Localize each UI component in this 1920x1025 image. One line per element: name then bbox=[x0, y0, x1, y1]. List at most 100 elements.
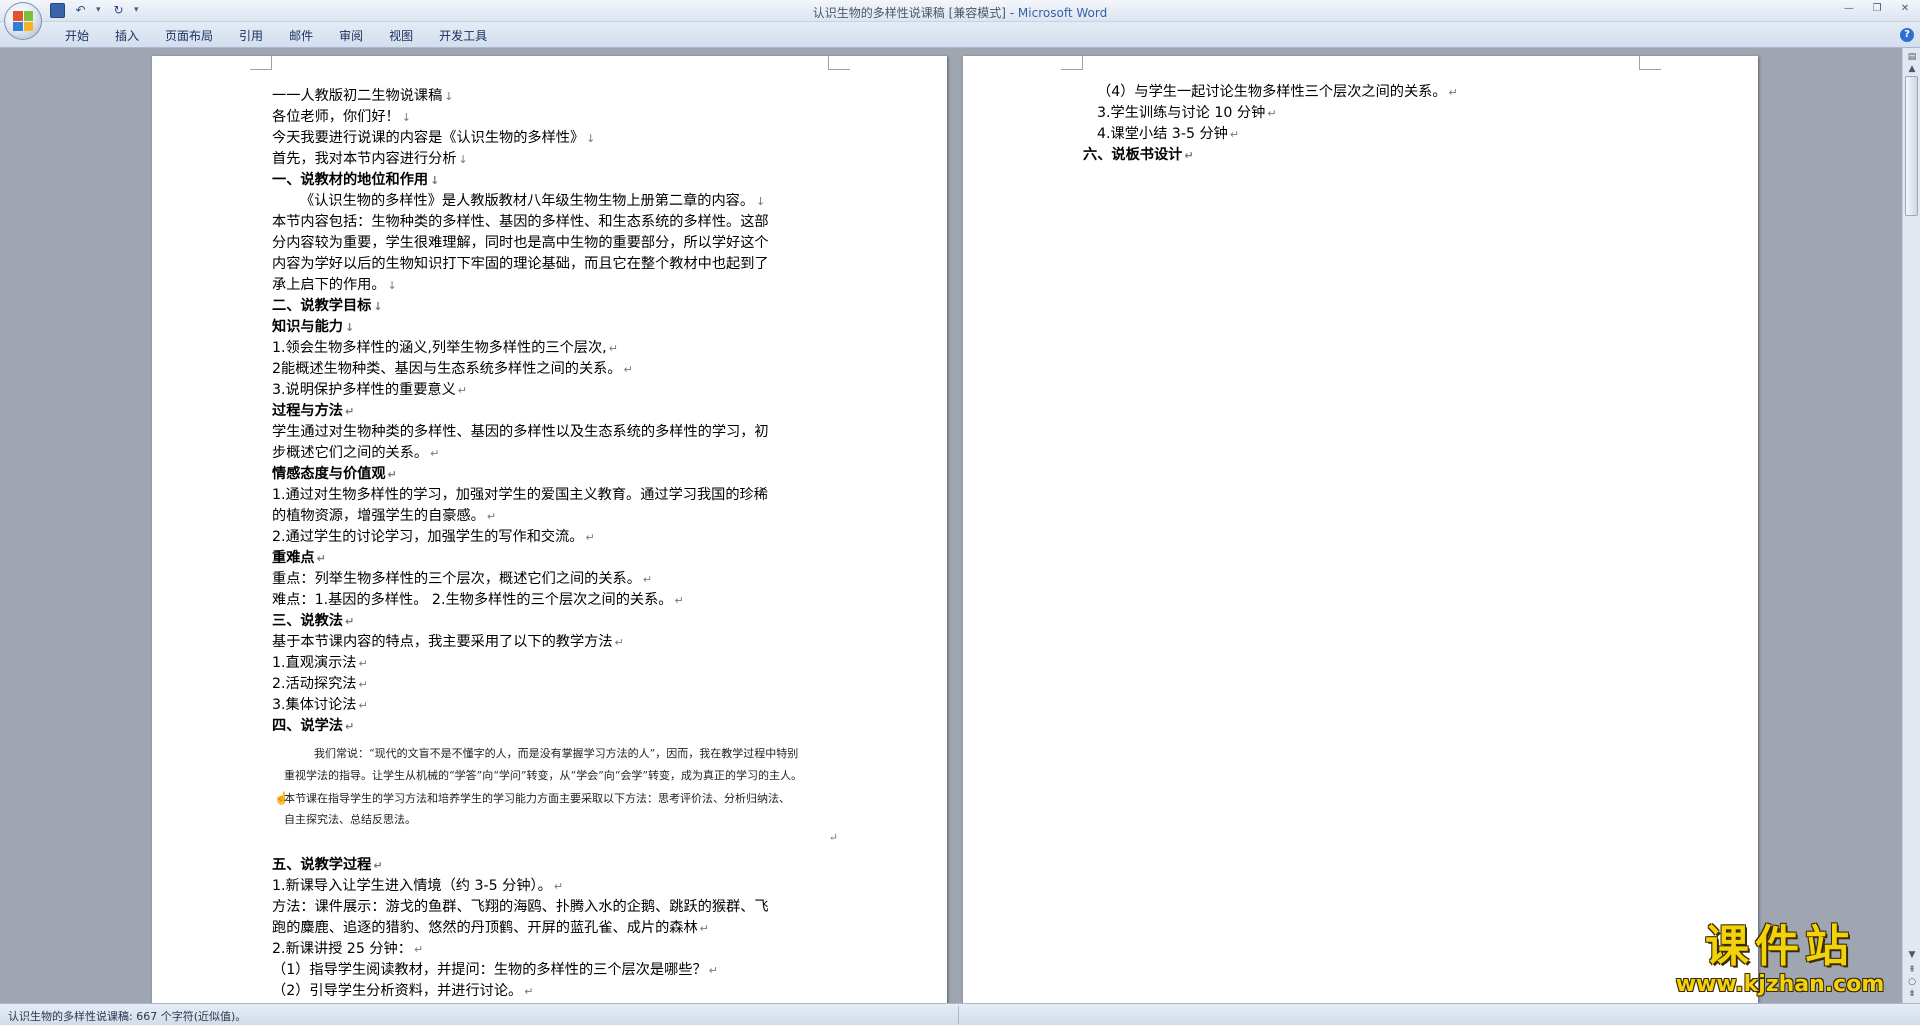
line-text: 过程与方法 bbox=[272, 403, 343, 419]
line-text: 三、说教法 bbox=[272, 613, 343, 629]
ribbon-tab[interactable]: 开发工具 bbox=[426, 27, 500, 45]
text-line: 1.新课导入让学生进入情境（约 3-5 分钟）。 ↵ bbox=[272, 876, 842, 897]
text-line: 1.领会生物多样性的涵义,列举生物多样性的三个层次, ↵ bbox=[272, 338, 842, 359]
text-line: 方法：课件展示：游戈的鱼群、飞翔的海鸥、扑腾入水的企鹅、跳跃的猴群、飞 bbox=[272, 897, 842, 918]
line-text: 学生通过对生物种类的多样性、基因的多样性以及生态系统的多样性的学习，初 bbox=[272, 424, 769, 440]
ribbon-tab[interactable]: 开始 bbox=[52, 27, 102, 45]
window-controls: — ❐ ✕ bbox=[1840, 2, 1914, 16]
paragraph-mark-icon: ↵ bbox=[524, 985, 534, 998]
paragraph-mark-icon: ↓ bbox=[387, 279, 397, 292]
ribbon-tab[interactable]: 引用 bbox=[226, 27, 276, 45]
quote-text: 自主探究法、总结反思法。 bbox=[284, 813, 416, 826]
app-name: Microsoft Word bbox=[1017, 6, 1108, 20]
line-text: 的植物资源，增强学生的自豪感。 bbox=[272, 508, 485, 524]
paragraph-mark-icon: ↵ bbox=[358, 657, 368, 670]
ribbon-tab[interactable]: 页面布局 bbox=[152, 27, 226, 45]
scroll-down-icon[interactable]: ▼ bbox=[1905, 948, 1919, 962]
quote-line: 自主探究法、总结反思法。 bbox=[272, 809, 842, 831]
title-bar: ↶ ▾ ↻ ▾ 认识生物的多样性说课稿 [兼容模式] - Microsoft W… bbox=[0, 0, 1920, 22]
close-icon[interactable]: ✕ bbox=[1896, 2, 1914, 16]
vertical-scrollbar[interactable]: ▤ ▲ ▼ ⇞ ○ ⇟ bbox=[1902, 48, 1920, 1003]
page-2[interactable]: （4）与学生一起讨论生物多样性三个层次之间的关系。 ↵ 3.学生训练与讨论 10 分… bbox=[963, 56, 1758, 1003]
heading-line: 重难点 ↵ bbox=[272, 548, 842, 569]
line-text: 各位老师，你们好！ bbox=[272, 109, 400, 125]
ribbon-tabs: 开始 插入 页面布局 引用 邮件 审阅 视图 开发工具 bbox=[52, 27, 500, 45]
quote-line: 我们常说：“现代的文盲不是不懂字的人，而是没有掌握学习方法的人”，因而，我在教学… bbox=[272, 743, 842, 765]
ribbon-tab[interactable]: 邮件 bbox=[276, 27, 326, 45]
line-text: 1.新课导入让学生进入情境（约 3-5 分钟）。 bbox=[272, 878, 552, 894]
paragraph-mark-icon: ↵ bbox=[708, 964, 718, 977]
crop-mark bbox=[828, 56, 850, 70]
minimize-icon[interactable]: — bbox=[1840, 2, 1858, 16]
window-title: 认识生物的多样性说课稿 [兼容模式] - Microsoft Word bbox=[0, 4, 1920, 21]
quote-text: 本节课在指导学生的学习方法和培养学生的学习能力方面主要采取以下方法：思考评价法、… bbox=[284, 792, 790, 805]
page-2-text[interactable]: （4）与学生一起讨论生物多样性三个层次之间的关系。 ↵ 3.学生训练与讨论 10 分… bbox=[1083, 82, 1653, 166]
line-text: 本节内容包括：生物种类的多样性、基因的多样性、和生态系统的多样性。这部 bbox=[272, 214, 769, 230]
paragraph-mark-icon: ↵ bbox=[553, 880, 564, 893]
ribbon-tab[interactable]: 审阅 bbox=[326, 27, 376, 45]
next-page-icon[interactable]: ⇟ bbox=[1906, 988, 1918, 1000]
scrollbar-thumb[interactable] bbox=[1905, 76, 1918, 216]
paragraph-mark-icon: ↵ bbox=[344, 405, 355, 418]
text-line: 今天我要进行说课的内容是《认识生物的多样性》 ↓ bbox=[272, 128, 842, 149]
line-text: 承上启下的作用。 bbox=[272, 277, 386, 293]
paragraph-mark-icon: ↓ bbox=[458, 153, 468, 166]
crop-mark bbox=[250, 56, 272, 70]
heading-line: 一、说教材的地位和作用 ↓ bbox=[272, 170, 842, 191]
page-1[interactable]: 一一人教版初二生物说课稿 ↓ 各位老师，你们好！ ↓ 今天我要进行说课的内容是《认识生物… bbox=[152, 56, 947, 1003]
office-button[interactable] bbox=[4, 2, 42, 40]
text-line: 2.活动探究法 ↵ bbox=[272, 674, 842, 695]
scroll-up-icon[interactable]: ▲ bbox=[1905, 62, 1919, 76]
ribbon-tab[interactable]: 插入 bbox=[102, 27, 152, 45]
text-line: 3.集体讨论法 ↵ bbox=[272, 695, 842, 716]
text-line: 2能概述生物种类、基因与生态系统多样性之间的关系。 ↵ bbox=[272, 359, 842, 380]
text-line: 分内容较为重要，学生很难理解，同时也是高中生物的重要部分，所以学好这个 bbox=[272, 233, 842, 254]
status-divider bbox=[958, 1006, 959, 1024]
page-1-text[interactable]: 一一人教版初二生物说课稿 ↓ 各位老师，你们好！ ↓ 今天我要进行说课的内容是《认识生物… bbox=[272, 86, 842, 1003]
text-line: 基于本节课内容的特点，我主要采用了以下的教学方法 ↵ bbox=[272, 632, 842, 653]
text-line: 1.直观演示法 ↵ bbox=[272, 653, 842, 674]
status-bar: 认识生物的多样性说课稿: 667 个字符(近似值)。 bbox=[0, 1003, 1920, 1025]
line-text: 3.学生训练与讨论 10 分钟 bbox=[1097, 105, 1266, 121]
paragraph-mark-icon: ↵ bbox=[344, 720, 355, 733]
watermark-title: 课件站 bbox=[1705, 921, 1855, 972]
line-text: 2.活动探究法 bbox=[272, 676, 357, 692]
line-text: 四、说学法 bbox=[272, 718, 343, 734]
heading-line: 知识与能力 ↓ bbox=[272, 317, 842, 338]
text-line: 难点：1.基因的多样性。 2.生物多样性的三个层次之间的关系。 ↵ bbox=[272, 590, 842, 611]
paragraph-mark-icon: ↵ bbox=[486, 510, 497, 523]
paragraph-mark-icon: ↵ bbox=[387, 468, 397, 481]
heading-line: 二、说教学目标 ↓ bbox=[272, 296, 842, 317]
office-logo-icon bbox=[13, 11, 33, 31]
paragraph-mark-icon: ↵ bbox=[1448, 86, 1458, 99]
crop-mark bbox=[1061, 56, 1083, 70]
line-text: （1）指导学生阅读教材，并提问：生物的多样性的三个层次是哪些？ bbox=[272, 962, 707, 978]
previous-page-icon[interactable]: ⇞ bbox=[1906, 964, 1918, 976]
line-text: 3.说明保护多样性的重要意义 bbox=[272, 382, 456, 398]
paragraph-mark-icon: ↓ bbox=[373, 300, 383, 313]
paragraph-mark-icon: ↵ bbox=[430, 447, 440, 460]
text-line: 1.通过对生物多样性的学习，加强对学生的爱国主义教育。通过学习我国的珍稀 bbox=[272, 485, 842, 506]
line-text: 首先，我对本节内容进行分析 bbox=[272, 151, 457, 167]
text-line: 《认识生物的多样性》是人教版教材八年级生物生物上册第二章的内容。 ↓ bbox=[272, 191, 842, 212]
ribbon-tab[interactable]: 视图 bbox=[376, 27, 426, 45]
line-text: 重点：列举生物多样性的三个层次，概述它们之间的关系。 bbox=[272, 571, 641, 587]
text-line: 2.新课讲授 25 分钟： ↵ bbox=[272, 939, 842, 960]
text-line: 3.学生训练与讨论 10 分钟 ↵ bbox=[1083, 103, 1653, 124]
text-line: 承上启下的作用。 ↓ bbox=[272, 275, 842, 296]
document-title: 认识生物的多样性说课稿 [兼容模式] - bbox=[812, 6, 1018, 20]
text-line: （2）引导学生分析资料，并进行讨论。 ↵ bbox=[272, 981, 842, 1002]
paragraph-mark-icon: ↓ bbox=[444, 90, 454, 103]
paragraph-mark-icon: ↵ bbox=[623, 363, 633, 376]
heading-line: 四、说学法 ↵ bbox=[272, 716, 842, 737]
browse-object-icon[interactable]: ○ bbox=[1906, 976, 1918, 988]
text-line: 2.通过学生的讨论学习，加强学生的写作和交流。 ↵ bbox=[272, 527, 842, 548]
line-text: 1.领会生物多样性的涵义,列举生物多样性的三个层次, bbox=[272, 340, 607, 356]
line-text: 一、说教材的地位和作用 bbox=[272, 172, 429, 188]
help-icon[interactable]: ? bbox=[1900, 28, 1914, 42]
document-workspace[interactable]: 一一人教版初二生物说课稿 ↓ 各位老师，你们好！ ↓ 今天我要进行说课的内容是《认识生物… bbox=[0, 48, 1902, 1003]
paragraph-mark-icon: ↵ bbox=[358, 699, 368, 712]
restore-icon[interactable]: ❐ bbox=[1868, 2, 1886, 16]
text-line: 各位老师，你们好！ ↓ bbox=[272, 107, 842, 128]
word-count-status[interactable]: 认识生物的多样性说课稿: 667 个字符(近似值)。 bbox=[8, 1008, 246, 1024]
